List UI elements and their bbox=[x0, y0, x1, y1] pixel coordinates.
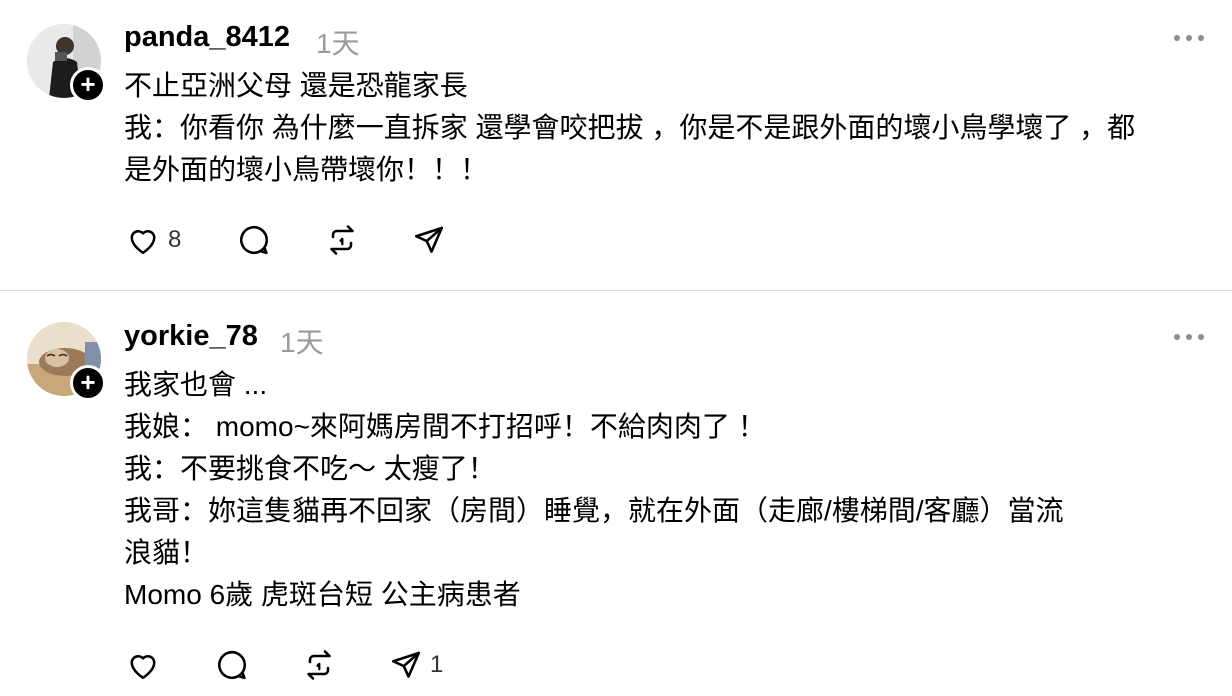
repost-icon bbox=[330, 225, 354, 255]
post-text-line: 我娘： momo~來阿媽房間不打招呼！不給肉肉了 ！ bbox=[124, 411, 766, 442]
heart-icon bbox=[130, 229, 156, 255]
follow-plus-icon[interactable]: + bbox=[70, 67, 106, 103]
share-button[interactable]: 1 bbox=[388, 645, 443, 685]
post-text-line: 我：你看你 為什麼一直拆家 還學會咬把拔 ，你是不是跟外面的壞小鳥學壞了 ，都 bbox=[124, 112, 1136, 143]
post-body: 我家也會 ... 我娘： momo~來阿媽房間不打招呼！不給肉肉了 ！ 我：不要… bbox=[124, 364, 1214, 616]
more-options-icon[interactable] bbox=[1174, 33, 1204, 43]
repost-icon bbox=[307, 650, 331, 680]
send-icon bbox=[414, 226, 444, 253]
like-button[interactable]: 8 bbox=[124, 220, 181, 260]
avatar-container: + bbox=[27, 322, 106, 401]
post-body: 不止亞洲父母 還是恐龍家長 我：你看你 為什麼一直拆家 還學會咬把拔 ，你是不是… bbox=[124, 65, 1214, 191]
send-icon bbox=[391, 651, 421, 678]
post-text-line: 我家也會 ... bbox=[124, 369, 268, 400]
follow-plus-icon[interactable]: + bbox=[70, 365, 106, 401]
repost-button[interactable] bbox=[301, 645, 337, 685]
reply-post: + panda_8412 1天 不止亞洲父母 還是恐龍家長 我：你看你 為什麼一… bbox=[0, 0, 1232, 290]
speech-bubble-icon bbox=[240, 225, 269, 255]
post-text-line: 我哥：妳這隻貓再不回家（房間）睡覺，就在外面（走廊/樓梯間/客廳）當流 bbox=[124, 495, 1064, 526]
speech-bubble-icon bbox=[218, 650, 247, 680]
post-text-line: 不止亞洲父母 還是恐龍家長 bbox=[124, 70, 468, 101]
username[interactable]: panda_8412 bbox=[124, 21, 290, 54]
reply-post: + yorkie_78 1天 我家也會 ... 我娘： momo~來阿媽房間不打… bbox=[0, 292, 1232, 696]
post-text-line: 是外面的壞小鳥帶壞你！！！ bbox=[124, 154, 489, 185]
more-options-icon[interactable] bbox=[1174, 332, 1204, 342]
avatar-container: + bbox=[27, 24, 106, 103]
like-count: 8 bbox=[168, 226, 182, 253]
like-button[interactable] bbox=[124, 645, 162, 685]
repost-button[interactable] bbox=[324, 220, 360, 260]
reply-button[interactable] bbox=[214, 645, 250, 685]
post-divider bbox=[0, 290, 1232, 291]
post-text-line: 浪貓！ bbox=[124, 537, 209, 568]
share-button[interactable] bbox=[411, 220, 447, 260]
heart-icon bbox=[130, 654, 156, 680]
reply-button[interactable] bbox=[236, 220, 272, 260]
username[interactable]: yorkie_78 bbox=[124, 320, 258, 353]
post-time: 1天 bbox=[280, 327, 324, 358]
post-time: 1天 bbox=[316, 28, 360, 59]
post-text-line: 我：不要挑食不吃～ 太瘦了！ bbox=[124, 453, 496, 484]
share-count: 1 bbox=[430, 651, 444, 678]
post-text-line: Momo 6歲 虎斑台短 公主病患者 bbox=[124, 579, 521, 610]
